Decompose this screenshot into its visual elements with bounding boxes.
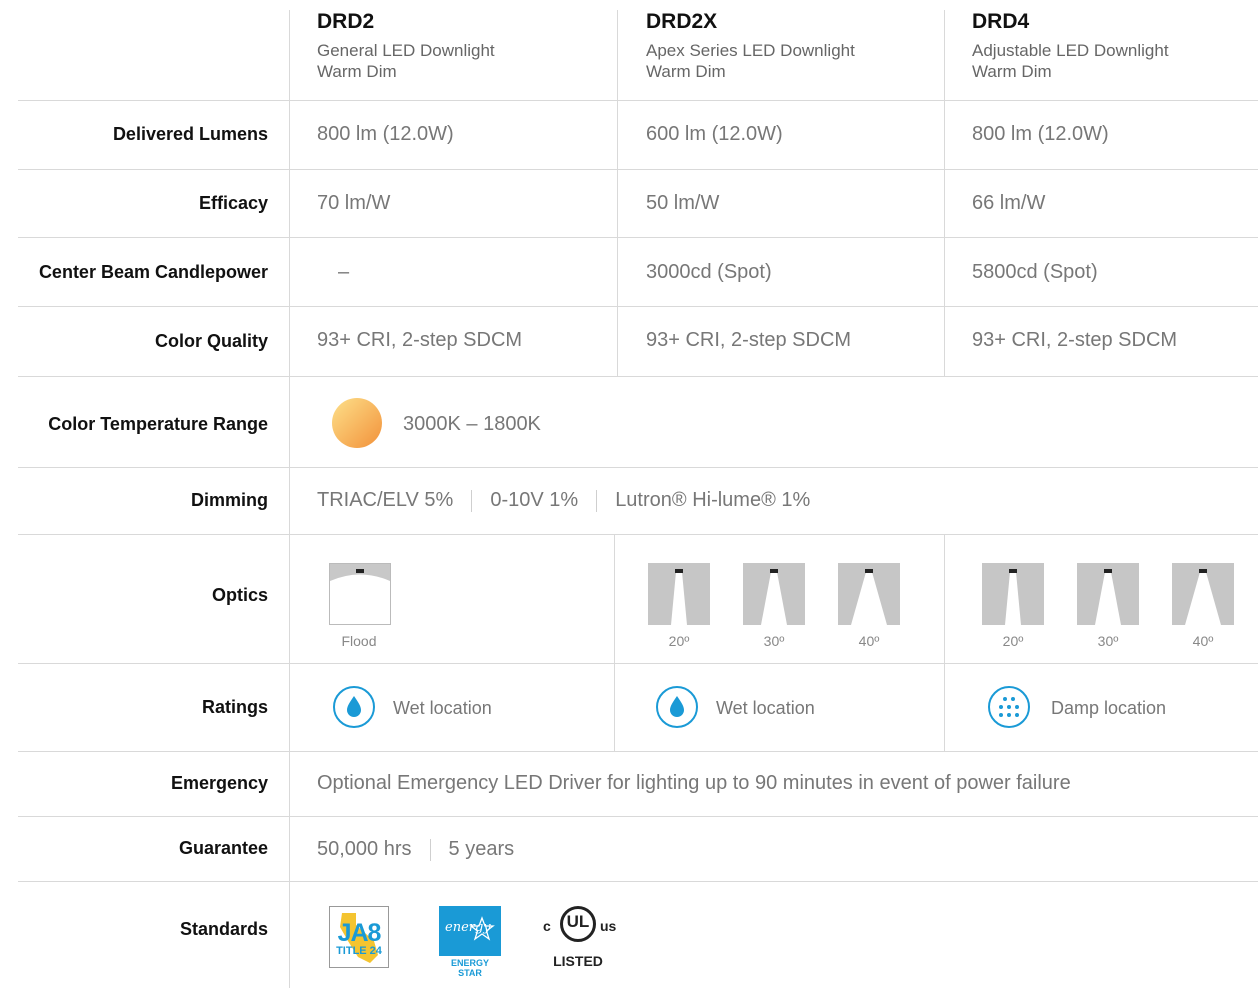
divider — [18, 306, 1258, 307]
lumens-value: 800 lm (12.0W) — [972, 123, 1109, 145]
beam-20-optic-icon — [982, 563, 1044, 625]
ja8-title24-logo: JA8 TITLE 24 — [329, 906, 389, 968]
beam-40-optic-icon — [1172, 563, 1234, 625]
dimming-option: TRIAC/ELV 5% — [317, 489, 454, 511]
cbcp-value: 3000cd (Spot) — [646, 261, 772, 283]
row-label-color-quality: Color Quality — [154, 331, 268, 351]
divider — [18, 237, 1258, 238]
efficacy-value: 66 lm/W — [972, 192, 1046, 214]
ul-listed-text: LISTED — [553, 953, 603, 969]
divider — [18, 534, 1258, 535]
emergency-value: Optional Emergency LED Driver for lighti… — [317, 772, 1071, 794]
product-series: General LED Downlight — [317, 41, 495, 60]
column-divider — [944, 534, 945, 751]
row-label-optics: Optics — [211, 585, 268, 605]
divider — [18, 816, 1258, 817]
color-temp-value: 3000K – 1800K — [403, 413, 541, 435]
optic-caption: 20º — [668, 633, 690, 649]
guarantee-hours: 50,000 hrs — [317, 838, 412, 860]
divider — [18, 467, 1258, 468]
column-divider — [289, 10, 290, 988]
divider — [18, 376, 1258, 377]
row-label-emergency: Emergency — [170, 773, 268, 793]
optic-caption: Flood — [341, 633, 377, 649]
dimming-option: 0-10V 1% — [490, 489, 579, 511]
product-name: DRD2 — [317, 10, 375, 33]
product-header-drd2: DRD2 General LED Downlight Warm Dim — [317, 10, 495, 82]
energy-star-logo: energy ENERGY STAR — [439, 906, 501, 978]
dimming-options: TRIAC/ELV 5% 0-10V 1% Lutron® Hi-lume® 1% — [317, 489, 810, 512]
separator — [429, 838, 431, 861]
beam-30-optic-icon — [1077, 563, 1139, 625]
row-label-color-temp: Color Temperature Range — [48, 414, 268, 434]
dimming-option: Lutron® Hi-lume® 1% — [615, 489, 811, 511]
product-header-drd2x: DRD2X Apex Series LED Downlight Warm Dim — [646, 10, 855, 82]
separator — [471, 489, 473, 512]
wet-location-icon — [333, 686, 375, 728]
divider — [18, 751, 1258, 752]
cbcp-value: 5800cd (Spot) — [972, 261, 1098, 283]
color-quality-value: 93+ CRI, 2-step SDCM — [317, 329, 523, 351]
lumens-value: 800 lm (12.0W) — [317, 123, 454, 145]
rating-text: Wet location — [393, 698, 492, 718]
ul-mark-text: UL — [566, 912, 590, 931]
efficacy-value: 70 lm/W — [317, 192, 391, 214]
divider — [18, 881, 1258, 882]
product-header-drd4: DRD4 Adjustable LED Downlight Warm Dim — [972, 10, 1169, 82]
ul-listed-logo: UL c us LISTED — [540, 906, 624, 972]
product-dim: Warm Dim — [317, 62, 397, 81]
cbcp-value: – — [338, 261, 350, 283]
divider — [18, 100, 1258, 101]
row-label-dimming: Dimming — [190, 490, 268, 510]
damp-location-icon — [988, 686, 1030, 728]
optic-caption: 40º — [1192, 633, 1214, 649]
product-name: DRD4 — [972, 10, 1030, 33]
color-temp-swatch — [332, 398, 382, 448]
column-divider — [617, 10, 618, 376]
column-divider — [614, 534, 615, 751]
optic-caption: 30º — [763, 633, 785, 649]
rating-text: Damp location — [1051, 698, 1167, 718]
guarantee-years: 5 years — [448, 838, 515, 860]
color-quality-value: 93+ CRI, 2-step SDCM — [646, 329, 852, 351]
product-name: DRD2X — [646, 10, 718, 33]
row-label-guarantee: Guarantee — [178, 838, 268, 858]
divider — [18, 169, 1258, 170]
ul-us-text: us — [600, 918, 617, 934]
row-label-ratings: Ratings — [201, 697, 268, 717]
wet-location-icon — [656, 686, 698, 728]
optic-caption: 30º — [1097, 633, 1119, 649]
optic-caption: 40º — [858, 633, 880, 649]
beam-40-optic-icon — [838, 563, 900, 625]
ul-c-text: c — [543, 918, 551, 934]
rating-text: Wet location — [716, 698, 815, 718]
beam-20-optic-icon — [648, 563, 710, 625]
column-divider — [944, 10, 945, 376]
row-label-efficacy: Efficacy — [198, 193, 268, 213]
color-quality-value: 93+ CRI, 2-step SDCM — [972, 329, 1178, 351]
divider — [18, 663, 1258, 664]
flood-optic-icon — [329, 563, 391, 625]
separator — [596, 489, 598, 512]
energy-star-text: ENERGY STAR — [450, 958, 489, 978]
product-series: Apex Series LED Downlight — [646, 41, 855, 60]
lumens-value: 600 lm (12.0W) — [646, 123, 783, 145]
product-dim: Warm Dim — [972, 62, 1052, 81]
row-label-lumens: Delivered Lumens — [112, 124, 268, 144]
product-dim: Warm Dim — [646, 62, 726, 81]
row-label-cbcp: Center Beam Candlepower — [38, 262, 268, 282]
row-label-standards: Standards — [179, 919, 268, 939]
efficacy-value: 50 lm/W — [646, 192, 720, 214]
optic-caption: 20º — [1002, 633, 1024, 649]
product-series: Adjustable LED Downlight — [972, 41, 1169, 60]
title24-text: TITLE 24 — [336, 945, 382, 957]
ja8-text: JA8 — [337, 919, 382, 947]
beam-30-optic-icon — [743, 563, 805, 625]
guarantee-values: 50,000 hrs 5 years — [317, 838, 514, 861]
